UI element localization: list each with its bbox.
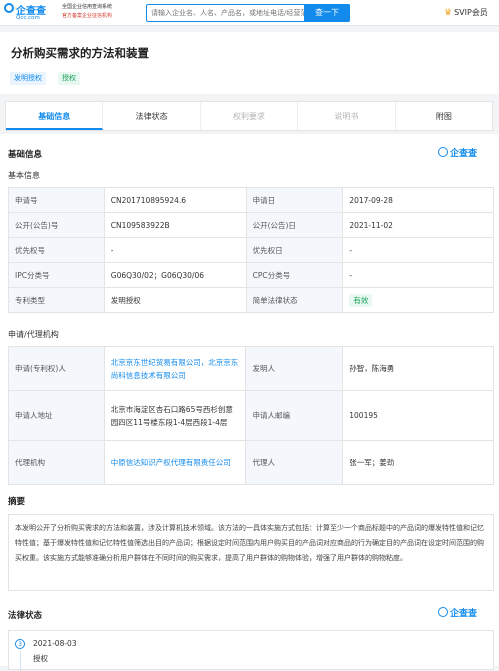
- value-pub-date: 2021-11-02: [342, 212, 494, 238]
- value-agency-link[interactable]: 中原信达知识产权代理有限责任公司: [103, 440, 247, 485]
- value-agent: 张一军；姜劲: [342, 440, 494, 485]
- tag-patent-type: 发明授权: [10, 72, 46, 85]
- label-legal-status: 简单法律状态: [245, 287, 344, 313]
- value-applicant-address: 北京市海淀区杏石口路65号西杉创意园四区11号楼东段1-4层西段1-4层: [103, 390, 247, 441]
- qcc-brand: 企查查: [438, 606, 477, 619]
- table-row: 申请人地址 北京市海淀区杏石口路65号西杉创意园四区11号楼东段1-4层西段1-…: [8, 390, 494, 441]
- sub-title-basic: 基本信息: [8, 171, 40, 180]
- tag-status: 授权: [58, 72, 80, 85]
- value-applicant-link[interactable]: 北京京东世纪贸易有限公司，北京京东尚科信息技术有限公司: [103, 346, 247, 391]
- timeline-line: [20, 651, 21, 671]
- crown-icon: ♛: [444, 8, 453, 18]
- tab-drawings[interactable]: 附图: [396, 102, 492, 130]
- label-pub-no: 公开(公告)号: [8, 212, 105, 238]
- table-row: 代理机构 中原信达知识产权代理有限责任公司 代理人 张一军；姜劲: [8, 440, 494, 485]
- value-priority-no: -: [103, 237, 247, 263]
- top-bar: 企查查 Qcc.com 全国企业信用查询系统 官方备案企业征信机构 查一下 ♛S…: [0, 0, 499, 26]
- tab-description[interactable]: 说明书: [298, 102, 396, 130]
- basic-info-table: 申请号 CN201710895924.6 申请日 2017-09-28 公开(公…: [8, 187, 494, 313]
- slogan-line-2: 官方备案企业征信机构: [62, 13, 113, 19]
- search-box: 查一下: [146, 4, 350, 22]
- table-row: 优先权号 - 优先权日 -: [8, 237, 494, 263]
- label-ipc: IPC分类号: [8, 262, 105, 288]
- value-app-no: CN201710895924.6: [103, 187, 247, 213]
- label-priority-date: 优先权日: [245, 237, 344, 263]
- logo-icon: [4, 3, 14, 13]
- slogan: 全国企业信用查询系统 官方备案企业征信机构: [62, 3, 144, 21]
- label-applicant-address: 申请人地址: [8, 390, 105, 441]
- value-ipc: G06Q30/02；G06Q30/06: [103, 262, 247, 288]
- slogan-line-1: 全国企业信用查询系统: [62, 4, 113, 10]
- label-inventor: 发明人: [245, 346, 344, 391]
- qcc-brand: 企查查: [438, 146, 477, 159]
- search-button[interactable]: 查一下: [304, 4, 350, 22]
- tab-claims[interactable]: 权利要求: [201, 102, 299, 130]
- label-cpc: CPC分类号: [245, 262, 344, 288]
- legal-timeline: 3 2021-08-03 授权: [8, 630, 494, 671]
- timeline-status: 授权: [33, 654, 48, 663]
- status-badge: 有效: [349, 293, 373, 307]
- table-row: 公开(公告)号 CN109583922B 公开(公告)日 2021-11-02: [8, 212, 494, 238]
- value-postcode: 100195: [342, 390, 494, 441]
- qcc-brand-text: 企查查: [450, 149, 478, 159]
- label-pub-date: 公开(公告)日: [245, 212, 344, 238]
- value-inventor: 孙智，陈海勇: [342, 346, 494, 391]
- qcc-logo[interactable]: 企查查 Qcc.com: [4, 2, 58, 24]
- timeline-date: 2021-08-03: [33, 639, 77, 648]
- label-patent-type: 专利类型: [8, 287, 105, 313]
- vip-label: SVIP会员: [454, 8, 488, 17]
- abstract-text: 本发明公开了分析购买需求的方法和装置，涉及计算机技术领域。该方法的一具体实施方式…: [8, 514, 494, 591]
- page-title: 分析购买需求的方法和装置: [11, 46, 149, 60]
- value-cpc: -: [342, 262, 494, 288]
- table-row: 专利类型 发明授权 简单法律状态 有效: [8, 287, 494, 313]
- vip-link[interactable]: ♛ SVIP会员: [444, 7, 488, 18]
- value-pub-no: CN109583922B: [103, 212, 247, 238]
- table-row: IPC分类号 G06Q30/02；G06Q30/06 CPC分类号 -: [8, 262, 494, 288]
- logo-url: Qcc.com: [16, 15, 40, 21]
- sub-title-agency: 申请/代理机构: [8, 330, 59, 339]
- tab-legal-status[interactable]: 法律状态: [103, 102, 201, 130]
- label-applicant: 申请(专利权)人: [8, 346, 105, 391]
- label-postcode: 申请人邮编: [245, 390, 344, 441]
- timeline-step-number: 3: [15, 639, 25, 649]
- label-priority-no: 优先权号: [8, 237, 105, 263]
- qcc-brand-text: 企查查: [450, 609, 478, 619]
- label-app-date: 申请日: [245, 187, 344, 213]
- label-app-no: 申请号: [8, 187, 105, 213]
- value-app-date: 2017-09-28: [342, 187, 494, 213]
- search-input[interactable]: [147, 5, 307, 21]
- table-row: 申请号 CN201710895924.6 申请日 2017-09-28: [8, 187, 494, 213]
- patent-header: 分析购买需求的方法和装置 发明授权 授权: [0, 32, 499, 94]
- abstract-title: 摘要: [8, 497, 26, 507]
- legal-status-title: 法律状态: [8, 611, 43, 621]
- value-patent-type: 发明授权: [103, 287, 247, 313]
- main-content: 基础信息 企查查 基本信息 申请号 CN201710895924.6 申请日 2…: [0, 134, 499, 671]
- label-agent: 代理人: [245, 440, 344, 485]
- tab-basic-info[interactable]: 基础信息: [6, 102, 104, 130]
- qcc-logo-icon: [438, 147, 448, 157]
- agency-table: 申请(专利权)人 北京京东世纪贸易有限公司，北京京东尚科信息技术有限公司 发明人…: [8, 346, 494, 485]
- value-priority-date: -: [342, 237, 494, 263]
- tab-bar: 基础信息 法律状态 权利要求 说明书 附图: [5, 101, 493, 131]
- qcc-logo-icon: [438, 607, 448, 617]
- value-legal-status: 有效: [342, 287, 494, 313]
- table-row: 申请(专利权)人 北京京东世纪贸易有限公司，北京京东尚科信息技术有限公司 发明人…: [8, 346, 494, 391]
- section-basic-info-title: 基础信息: [8, 150, 43, 160]
- label-agency: 代理机构: [8, 440, 105, 485]
